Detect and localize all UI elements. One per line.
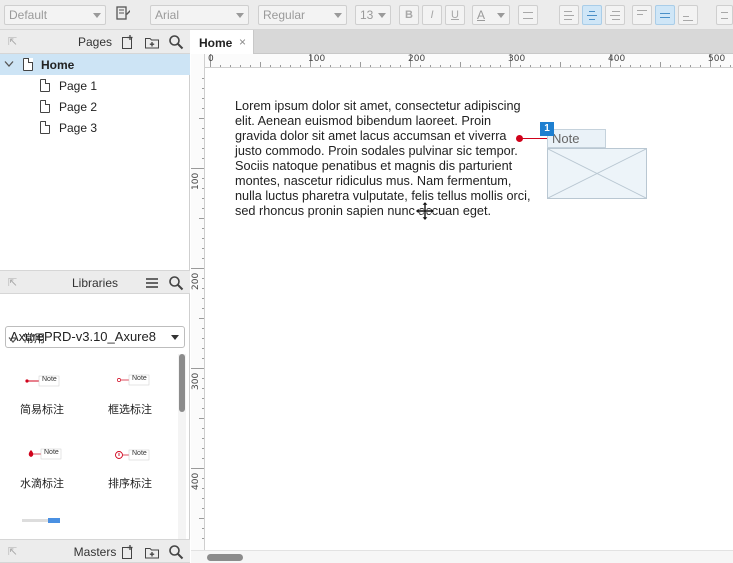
libraries-panel-header: ⇱ Libraries [0,270,190,294]
format-painter-button[interactable] [113,5,133,25]
widget-thumbnail: Note [105,447,155,463]
align-bottom-button[interactable] [678,5,698,25]
library-widget-simple-note[interactable]: Note 简易标注 [7,363,77,423]
toolbar: Default Arial Regular 13 B I U A [0,0,733,30]
add-folder-icon[interactable] [144,34,160,50]
library-group-header[interactable]: 常用 [0,330,175,350]
more-toolbar-button[interactable] [716,5,733,25]
format-painter-icon [116,6,130,20]
chevron-down-icon [236,13,244,18]
bold-button[interactable]: B [399,5,419,25]
library-widget-thumbnail-partial[interactable] [22,514,62,523]
ruler-label: 400 [608,54,626,64]
scrollbar-thumb[interactable] [179,354,185,412]
widget-thumbnail: Note [105,373,155,389]
libraries-panel-title: Libraries [71,276,119,290]
chevron-down-icon [8,337,18,343]
font-size-dropdown[interactable]: 13 [355,5,391,25]
bullet-list-button[interactable] [518,5,538,25]
left-sidebar: ⇱ Pages Home Page 1 Page 2 Page 3 ⇱ Libr… [0,30,190,563]
ruler-label: 100 [308,54,326,64]
library-widget-order-note[interactable]: Note 排序标注 [95,437,165,497]
ruler-label: 400 [191,472,201,490]
search-icon[interactable] [168,275,184,291]
editor-tab-bar: Home × [191,30,733,54]
note-connector-line [519,138,547,139]
align-middle-button[interactable] [655,5,675,25]
vertical-ruler: 100 200 300 400 [191,54,205,550]
ruler-label: 0 [208,54,214,64]
font-family-dropdown[interactable]: Arial [150,5,249,25]
page-tree-item-page-2[interactable]: Page 2 [0,96,190,117]
library-widget-drop-note[interactable]: Note 水滴标注 [7,437,77,497]
note-label[interactable]: Note [547,129,606,148]
chevron-down-icon [497,13,505,18]
library-scrollbar[interactable] [178,354,186,563]
move-cursor-icon [415,201,435,221]
pages-panel-title: Pages [77,35,113,49]
search-icon[interactable] [168,544,184,560]
add-page-icon[interactable] [120,34,136,50]
italic-button[interactable]: I [422,5,442,25]
page-tree-item-page-1[interactable]: Page 1 [0,75,190,96]
masters-panel-title: Masters [73,545,117,559]
ruler-label: 300 [191,372,201,390]
page-tree-item-page-3[interactable]: Page 3 [0,117,190,138]
page-icon [40,121,50,134]
page-icon [40,79,50,92]
note-content-box[interactable] [547,148,647,199]
text-color-dropdown[interactable]: A [472,5,510,25]
align-right-button[interactable] [605,5,625,25]
masters-panel-header: ⇱ Masters [0,539,190,563]
note-number-badge[interactable]: 1 [540,122,554,136]
add-folder-icon[interactable] [144,544,160,560]
chevron-down-icon[interactable] [4,60,14,68]
align-center-button[interactable] [582,5,602,25]
horizontal-ruler: 0 100 200 300 400 500 [205,54,733,68]
align-left-button[interactable] [559,5,579,25]
style-dropdown[interactable]: Default [4,5,106,25]
search-icon[interactable] [168,34,184,50]
chevron-down-icon [334,13,342,18]
tab-home[interactable]: Home × [191,30,254,54]
align-top-button[interactable] [632,5,652,25]
scrollbar-thumb[interactable] [207,554,243,561]
close-icon[interactable]: × [239,35,246,49]
page-icon [40,100,50,113]
library-widget-box-note[interactable]: Note 框选标注 [95,363,165,423]
design-canvas[interactable]: Lorem ipsum dolor sit amet, consectetur … [206,69,733,550]
note-anchor-dot[interactable] [516,135,523,142]
underline-button[interactable]: U [445,5,465,25]
ruler-label: 300 [508,54,526,64]
page-icon [23,58,33,71]
add-master-icon[interactable] [120,544,136,560]
ruler-label: 200 [191,272,201,290]
menu-icon[interactable] [144,275,160,291]
ruler-label: 200 [408,54,426,64]
chevron-down-icon [378,13,386,18]
widget-thumbnail: Note [17,447,67,463]
widget-thumbnail: Note [17,373,67,389]
pages-panel-header: ⇱ Pages [0,30,190,54]
ruler-label: 500 [708,54,726,64]
canvas-horizontal-scrollbar[interactable] [191,550,733,563]
font-weight-dropdown[interactable]: Regular [258,5,347,25]
ruler-label: 100 [191,172,201,190]
chevron-down-icon [93,13,101,18]
canvas-text-paragraph[interactable]: Lorem ipsum dolor sit amet, consectetur … [235,99,535,219]
page-tree-item-home[interactable]: Home [0,54,190,75]
